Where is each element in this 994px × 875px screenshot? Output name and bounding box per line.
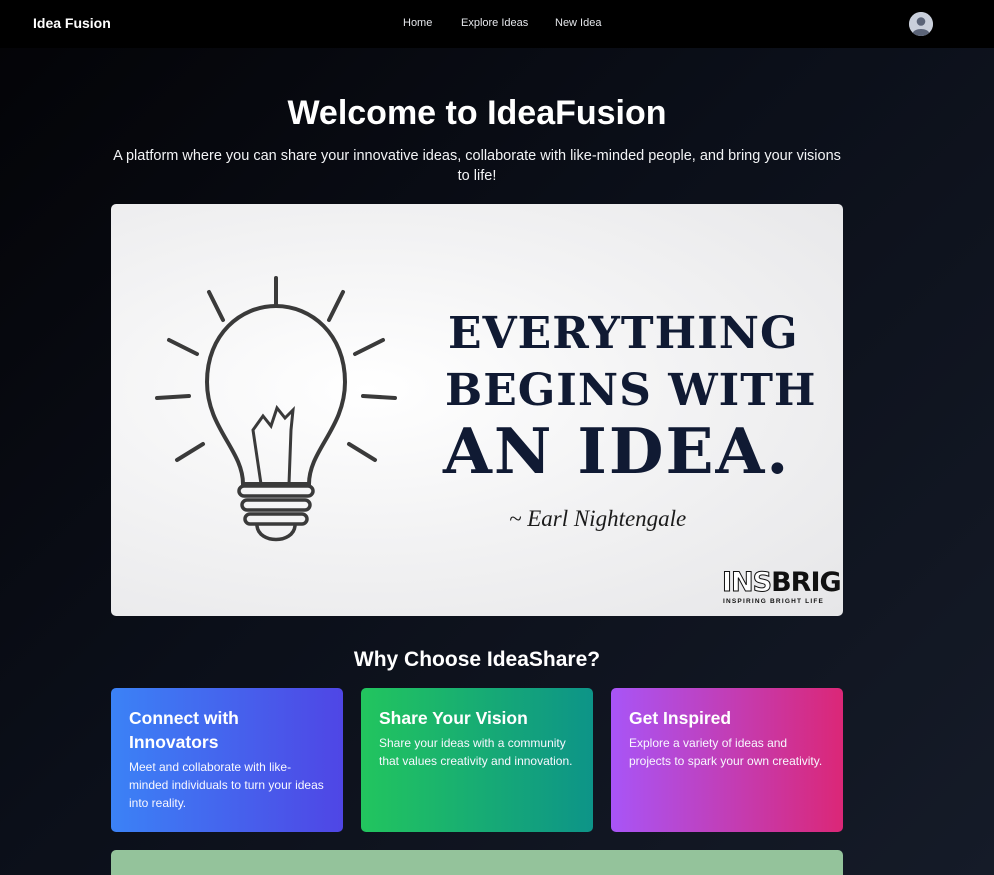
card-text: Meet and collaborate with like-minded in… (129, 760, 324, 810)
nav-link-explore-ideas[interactable]: Explore Ideas (461, 17, 528, 29)
logo-ins: INS (721, 567, 772, 598)
quote-line: EVERYTHING (448, 308, 799, 359)
section-title: Why Choose IdeaShare? (353, 648, 601, 671)
card-title: Get Inspired (629, 708, 732, 728)
insbright-logo: INSBRIGHT INSPIRING BRIGHT LIFE (721, 567, 843, 608)
navbar: Idea Fusion Home Explore Ideas New Idea (0, 0, 994, 48)
logo-tagline: INSPIRING BRIGHT LIFE (723, 598, 825, 605)
logo-wordmark: INSBRIGHT (721, 567, 843, 598)
feature-card-share: Share Your Vision Share your ideas with … (361, 688, 593, 832)
card-title: Connect with Innovators (129, 708, 239, 752)
bottom-panel (111, 850, 843, 875)
page-title: Welcome to IdeaFusion (287, 94, 667, 132)
quote-line: BEGINS WITH (445, 365, 817, 416)
feature-card-connect: Connect with Innovators Meet and collabo… (111, 688, 343, 832)
quote-author: ~ Earl Nightengale (509, 506, 687, 531)
quote-line: AN IDEA. (443, 414, 791, 488)
card-text: Share your ideas with a community that v… (379, 736, 573, 768)
hero-image: EVERYTHING BEGINS WITH AN IDEA. ~ Earl N… (111, 204, 843, 616)
card-title: Share Your Vision (379, 708, 528, 728)
feature-card-inspired: Get Inspired Explore a variety of ideas … (611, 688, 843, 832)
nav-link-home[interactable]: Home (403, 17, 432, 29)
logo-bright: BRIGHT (771, 567, 843, 598)
nav-link-new-idea[interactable]: New Idea (555, 17, 601, 29)
page-subtitle: A platform where you can share your inno… (113, 148, 841, 184)
nav-links: Home Explore Ideas New Idea (0, 17, 994, 33)
user-avatar-icon[interactable] (909, 12, 933, 36)
card-text: Explore a variety of ideas and projects … (629, 736, 823, 768)
